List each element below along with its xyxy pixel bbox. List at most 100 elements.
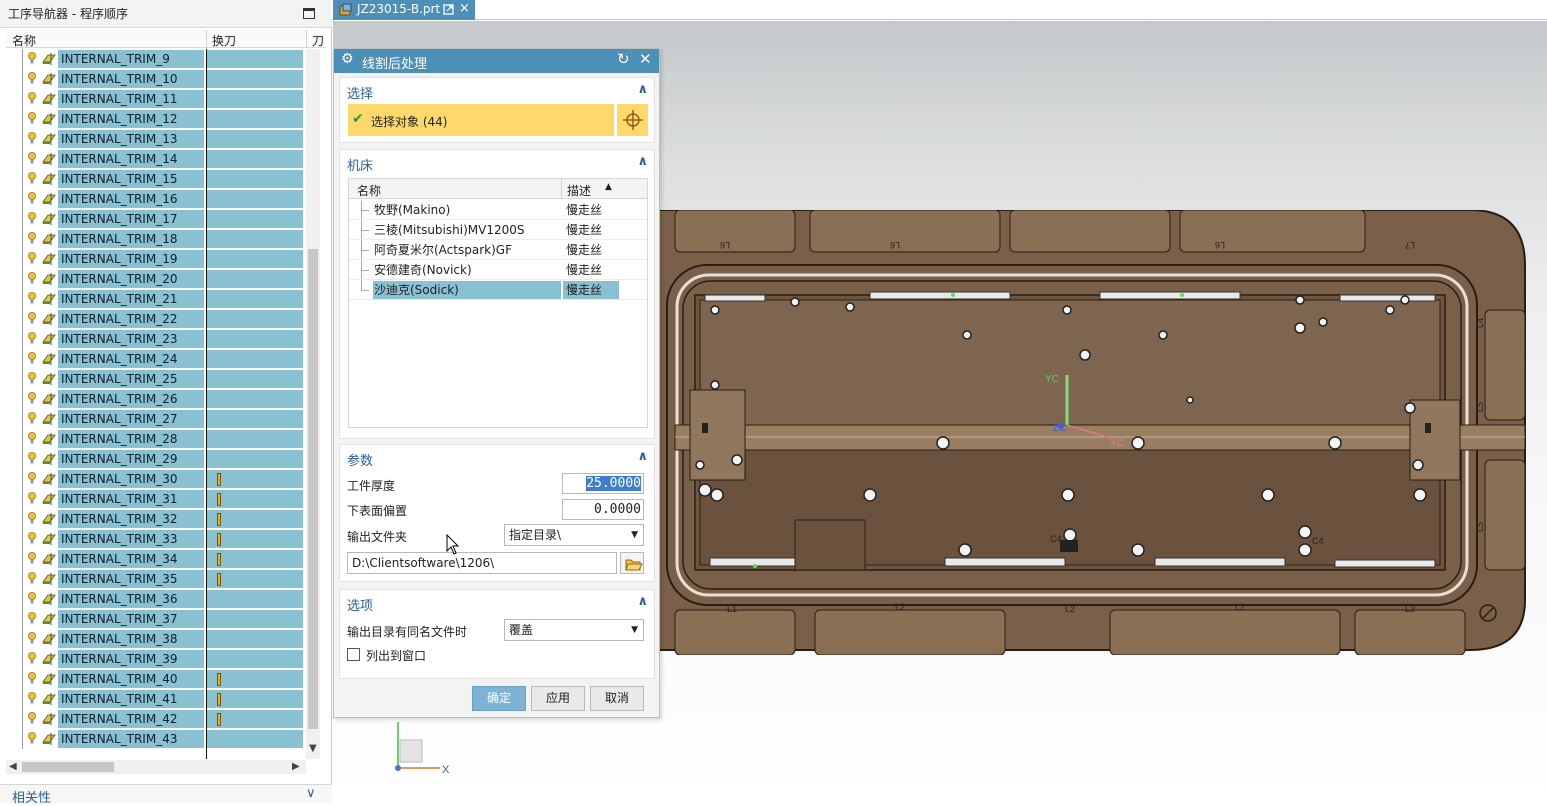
operation-row[interactable]: INTERNAL_TRIM_36 <box>6 589 306 609</box>
operation-name[interactable]: INTERNAL_TRIM_19 <box>58 250 204 268</box>
operation-name[interactable]: INTERNAL_TRIM_15 <box>58 170 204 188</box>
column-toolchange-header[interactable]: 换刀 <box>212 32 236 49</box>
operation-row[interactable]: INTERNAL_TRIM_42 <box>6 709 306 729</box>
operation-row[interactable]: INTERNAL_TRIM_21 <box>6 289 306 309</box>
operation-row[interactable]: INTERNAL_TRIM_15 <box>6 169 306 189</box>
operation-row[interactable]: INTERNAL_TRIM_40 <box>6 669 306 689</box>
sort-ascending-icon[interactable]: ▲ <box>605 182 612 192</box>
collapse-icon[interactable]: ∧ <box>637 154 648 169</box>
column-separator[interactable] <box>206 30 207 48</box>
collapse-icon[interactable]: ∧ <box>637 449 648 464</box>
toolchange-cell[interactable] <box>207 470 303 488</box>
toolchange-cell[interactable] <box>207 330 303 348</box>
machine-header[interactable]: 机床 <box>347 155 373 174</box>
toolchange-cell[interactable] <box>207 210 303 228</box>
ok-button[interactable]: 确定 <box>472 686 526 711</box>
toolchange-cell[interactable] <box>207 230 303 248</box>
scroll-down-icon[interactable]: ▼ <box>309 743 317 754</box>
file-exists-select[interactable]: 覆盖 ▼ <box>504 619 644 641</box>
operation-name[interactable]: INTERNAL_TRIM_24 <box>58 350 204 368</box>
operation-name[interactable]: INTERNAL_TRIM_23 <box>58 330 204 348</box>
operation-name[interactable]: INTERNAL_TRIM_25 <box>58 370 204 388</box>
select-object-row[interactable]: ✔ 选择对象 (44) <box>348 104 614 136</box>
scroll-left-icon[interactable]: ◀ <box>9 761 17 772</box>
operation-name[interactable]: INTERNAL_TRIM_42 <box>58 710 204 728</box>
toolchange-cell[interactable] <box>207 670 303 688</box>
operation-row[interactable]: INTERNAL_TRIM_26 <box>6 389 306 409</box>
close-tab-icon[interactable]: × <box>459 1 470 16</box>
thickness-input[interactable]: 25.0000 <box>562 473 644 494</box>
operation-row[interactable]: INTERNAL_TRIM_37 <box>6 609 306 629</box>
operation-name[interactable]: INTERNAL_TRIM_11 <box>58 90 204 108</box>
toolchange-cell[interactable] <box>207 730 303 748</box>
machine-col-desc[interactable]: 描述 <box>567 182 591 199</box>
operation-name[interactable]: INTERNAL_TRIM_36 <box>58 590 204 608</box>
operation-row[interactable]: INTERNAL_TRIM_28 <box>6 429 306 449</box>
scroll-thumb[interactable] <box>22 762 114 772</box>
options-header[interactable]: 选项 <box>347 595 373 614</box>
toolchange-cell[interactable] <box>207 350 303 368</box>
cad-part-model[interactable]: L6 L6 L6 L7 L1 L2 L2 L2 L3 L4 L5 L5 C4 C… <box>655 210 1530 655</box>
operation-name[interactable]: INTERNAL_TRIM_21 <box>58 290 204 308</box>
operation-row[interactable]: INTERNAL_TRIM_13 <box>6 129 306 149</box>
toolchange-cell[interactable] <box>207 70 303 88</box>
relevance-panel[interactable]: 相关性 ∨ <box>0 784 332 806</box>
operation-row[interactable]: INTERNAL_TRIM_19 <box>6 249 306 269</box>
column-more-header[interactable]: 刀 <box>312 32 324 49</box>
toolchange-cell[interactable] <box>207 110 303 128</box>
scroll-right-icon[interactable]: ▶ <box>292 761 300 772</box>
apply-button[interactable]: 应用 <box>531 686 585 711</box>
operation-name[interactable]: INTERNAL_TRIM_32 <box>58 510 204 528</box>
toolchange-cell[interactable] <box>207 570 303 588</box>
operation-name[interactable]: INTERNAL_TRIM_27 <box>58 410 204 428</box>
toolchange-cell[interactable] <box>207 410 303 428</box>
operation-row[interactable]: INTERNAL_TRIM_43 <box>6 729 306 749</box>
float-window-icon[interactable] <box>443 4 454 15</box>
close-icon[interactable]: ✕ <box>639 50 652 68</box>
operation-row[interactable]: INTERNAL_TRIM_32 <box>6 509 306 529</box>
operation-name[interactable]: INTERNAL_TRIM_18 <box>58 230 204 248</box>
toolchange-cell[interactable] <box>207 90 303 108</box>
operation-row[interactable]: INTERNAL_TRIM_35 <box>6 569 306 589</box>
column-name-header[interactable]: 名称 <box>12 32 36 49</box>
machine-row[interactable]: 三棱(Mitsubishi)MV1200S 慢走丝 <box>349 220 647 240</box>
operation-name[interactable]: INTERNAL_TRIM_13 <box>58 130 204 148</box>
toolchange-cell[interactable] <box>207 450 303 468</box>
select-object-button[interactable] <box>616 104 648 136</box>
operation-row[interactable]: INTERNAL_TRIM_14 <box>6 149 306 169</box>
operation-row[interactable]: INTERNAL_TRIM_11 <box>6 89 306 109</box>
operation-name[interactable]: INTERNAL_TRIM_38 <box>58 630 204 648</box>
operation-row[interactable]: INTERNAL_TRIM_17 <box>6 209 306 229</box>
selection-header[interactable]: 选择 <box>347 83 373 102</box>
toolchange-cell[interactable] <box>207 390 303 408</box>
vertical-scrollbar[interactable]: ▼ <box>306 49 320 759</box>
column-separator[interactable] <box>561 179 562 199</box>
toolchange-cell[interactable] <box>207 290 303 308</box>
output-folder-select[interactable]: 指定目录\ ▼ <box>504 524 644 546</box>
operation-row[interactable]: INTERNAL_TRIM_24 <box>6 349 306 369</box>
toolchange-cell[interactable] <box>207 250 303 268</box>
operation-name[interactable]: INTERNAL_TRIM_30 <box>58 470 204 488</box>
browse-folder-button[interactable] <box>620 552 644 574</box>
tab-part-file[interactable]: JZ23015-B.prt × <box>333 0 475 20</box>
chevron-down-icon[interactable]: ∨ <box>306 786 316 801</box>
toolchange-cell[interactable] <box>207 550 303 568</box>
toolchange-cell[interactable] <box>207 510 303 528</box>
operation-row[interactable]: INTERNAL_TRIM_23 <box>6 329 306 349</box>
toolchange-cell[interactable] <box>207 690 303 708</box>
operation-name[interactable]: INTERNAL_TRIM_39 <box>58 650 204 668</box>
list-to-window-checkbox[interactable] <box>347 648 360 661</box>
operation-row[interactable]: INTERNAL_TRIM_33 <box>6 529 306 549</box>
operation-name[interactable]: INTERNAL_TRIM_17 <box>58 210 204 228</box>
operation-row[interactable]: INTERNAL_TRIM_39 <box>6 649 306 669</box>
maximize-icon[interactable] <box>303 8 315 19</box>
operation-row[interactable]: INTERNAL_TRIM_12 <box>6 109 306 129</box>
operation-row[interactable]: INTERNAL_TRIM_38 <box>6 629 306 649</box>
reset-icon[interactable]: ↻ <box>617 50 630 68</box>
machine-row[interactable]: 阿奇夏米尔(Actspark)GF 慢走丝 <box>349 240 647 260</box>
operation-row[interactable]: INTERNAL_TRIM_27 <box>6 409 306 429</box>
toolchange-cell[interactable] <box>207 490 303 508</box>
cancel-button[interactable]: 取消 <box>590 686 644 711</box>
toolchange-cell[interactable] <box>207 270 303 288</box>
operation-row[interactable]: INTERNAL_TRIM_25 <box>6 369 306 389</box>
